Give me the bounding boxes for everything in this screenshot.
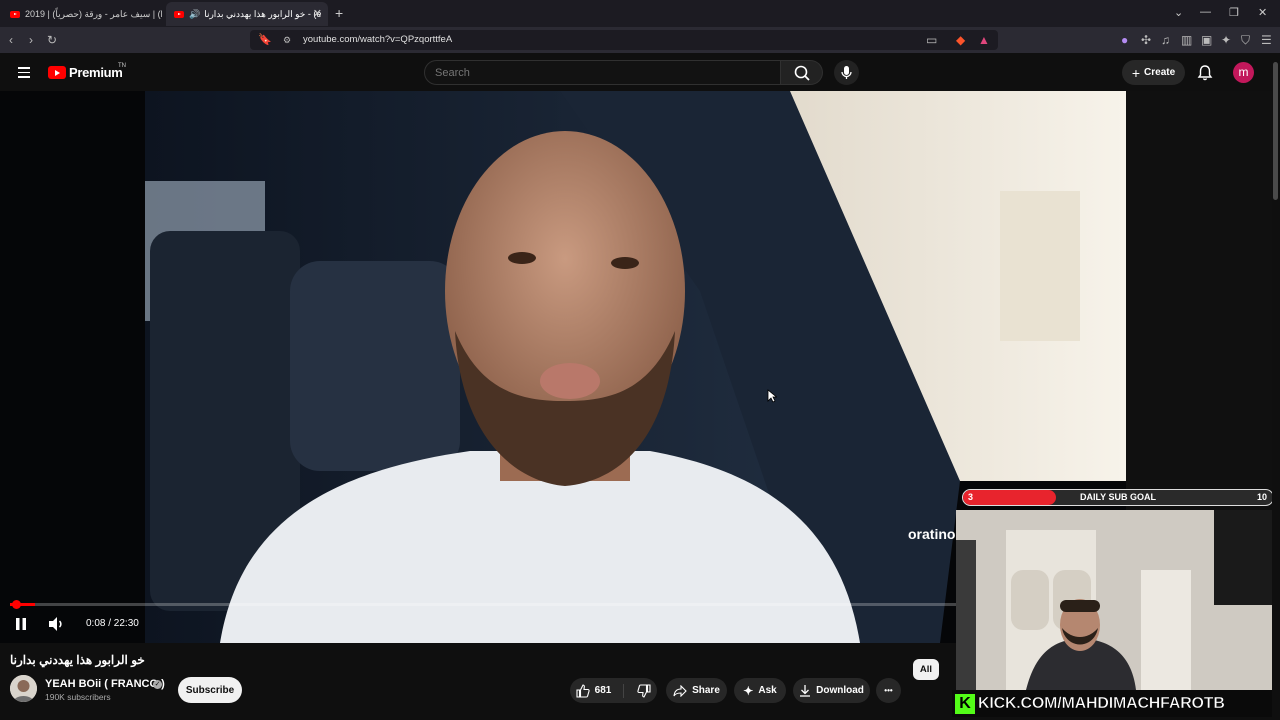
browser-toolbar: ‹ › ↻ 🔖 ⚙ youtube.com/watch?v=QPzqorttfe…	[0, 27, 1280, 53]
mouse-cursor-icon	[767, 389, 777, 403]
subscribe-button[interactable]: Subscribe	[178, 677, 242, 703]
tab-list-chevron-icon[interactable]: ⌄	[1174, 6, 1183, 19]
back-icon[interactable]: ‹	[9, 33, 13, 47]
tab-title: خو الرابور هذا يهددني بدارنا - (e	[204, 8, 322, 19]
forward-icon[interactable]: ›	[29, 33, 33, 47]
music-icon[interactable]: ♫	[1161, 33, 1170, 47]
cast-icon[interactable]: ▭	[926, 33, 937, 47]
daily-sub-goal-bar: DAILY SUB GOAL 3 10	[962, 489, 1274, 506]
logo-country: TN	[118, 63, 126, 69]
create-label: Create	[1144, 67, 1176, 78]
ask-button[interactable]: ✦ Ask	[734, 678, 786, 703]
speaker-icon[interactable]: 🔊	[189, 9, 200, 20]
browser-tab-bar: سيف عامر - ورقة (حصرياً) | 2019 | (be 🔊 …	[0, 0, 1280, 27]
share-arrow-icon	[673, 684, 687, 697]
logo-text[interactable]: Premium	[69, 65, 123, 80]
vpn-icon[interactable]: ⛉	[1241, 33, 1250, 47]
sidebar-icon[interactable]: ▥	[1181, 33, 1192, 47]
progress-scrubber[interactable]	[12, 600, 21, 609]
like-dislike-group: 681	[570, 678, 657, 703]
create-button[interactable]: + Create	[1122, 60, 1185, 85]
pause-icon[interactable]	[14, 617, 28, 631]
time-display: 0:08 / 22:30	[86, 618, 139, 629]
sub-goal-target: 10	[1256, 492, 1267, 502]
share-label: Share	[692, 685, 720, 696]
youtube-logo-icon[interactable]	[48, 66, 66, 79]
search-button[interactable]	[781, 60, 823, 85]
account-avatar[interactable]: m	[1233, 62, 1254, 83]
microphone-icon	[841, 66, 852, 79]
new-tab-button[interactable]: +	[335, 5, 343, 21]
minimize-icon[interactable]: —	[1200, 6, 1211, 18]
channel-avatar[interactable]	[10, 675, 37, 702]
sub-goal-current: 3	[968, 492, 974, 502]
youtube-favicon-icon	[10, 10, 20, 18]
filter-chip-all[interactable]: All	[913, 659, 939, 680]
brave-shield-icon[interactable]: ◆	[956, 33, 965, 47]
search-input[interactable]	[424, 60, 781, 85]
share-button[interactable]: Share	[666, 678, 727, 703]
puzzle-icon[interactable]: ✣	[1141, 33, 1151, 47]
notifications-bell-icon[interactable]	[1197, 64, 1213, 81]
close-window-icon[interactable]: ✕	[1258, 6, 1267, 19]
like-count: 681	[594, 685, 612, 696]
scrollbar-thumb[interactable]	[1273, 62, 1278, 200]
voice-search-button[interactable]	[834, 60, 859, 85]
menu-icon[interactable]: ☰	[1261, 33, 1272, 47]
site-info-icon[interactable]: ⚙	[283, 33, 291, 47]
more-actions-button[interactable]: •••	[876, 678, 901, 703]
streamer-webcam	[956, 510, 1272, 690]
verified-badge-icon: ✓	[153, 680, 162, 689]
leo-icon[interactable]: ✦	[1221, 33, 1231, 47]
extension-icon[interactable]: ●	[1121, 33, 1128, 47]
sub-goal-label: DAILY SUB GOAL	[1079, 492, 1156, 502]
youtube-favicon-icon	[174, 10, 184, 18]
kick-banner: K KICK.COM/MAHDIMACHFAROTB	[952, 690, 1272, 717]
wallet-icon[interactable]: ▣	[1201, 33, 1212, 47]
progress-bar[interactable]	[10, 603, 956, 606]
restore-icon[interactable]: ❐	[1229, 6, 1239, 19]
kick-url: KICK.COM/MAHDIMACHFAROTB	[978, 694, 1225, 712]
more-dots-icon: •••	[884, 686, 893, 695]
reload-icon[interactable]: ↻	[47, 33, 57, 47]
tab-title: سيف عامر - ورقة (حصرياً) | 2019 | (be	[25, 8, 162, 19]
rewards-icon[interactable]: ▲	[978, 33, 990, 47]
video-title: خو الرابور هذا يهددني بدارنا	[10, 653, 145, 667]
channel-name[interactable]: YEAH BOii ( FRANCO )	[45, 678, 165, 690]
ask-label: Ask	[758, 685, 777, 696]
bookmark-icon[interactable]: 🔖	[258, 33, 272, 47]
volume-icon[interactable]	[47, 616, 65, 632]
close-tab-icon[interactable]: ✕	[313, 7, 322, 20]
browser-tab-inactive[interactable]: سيف عامر - ورقة (حصرياً) | 2019 | (be	[2, 2, 162, 26]
thumbs-up-icon	[576, 683, 590, 698]
plus-icon: +	[1131, 64, 1141, 81]
kick-logo-icon: K	[955, 693, 975, 714]
like-button[interactable]: 681	[576, 683, 625, 698]
download-icon	[800, 685, 811, 697]
download-button[interactable]: Download	[793, 678, 870, 703]
webcam-illustration	[956, 510, 1272, 690]
sparkle-icon: ✦	[743, 683, 754, 698]
hamburger-menu-icon[interactable]	[18, 67, 30, 78]
subscriber-count: 190K subscribers	[45, 692, 111, 702]
download-label: Download	[816, 685, 864, 696]
dislike-icon[interactable]	[637, 683, 651, 698]
browser-tab-active[interactable]: 🔊 خو الرابور هذا يهددني بدارنا - (e ✕	[166, 2, 328, 26]
url-text[interactable]: youtube.com/watch?v=QPzqorttfeA	[303, 34, 452, 45]
player-gutter	[1126, 91, 1272, 488]
channel-avatar-image	[10, 675, 37, 702]
search-icon	[794, 65, 810, 81]
